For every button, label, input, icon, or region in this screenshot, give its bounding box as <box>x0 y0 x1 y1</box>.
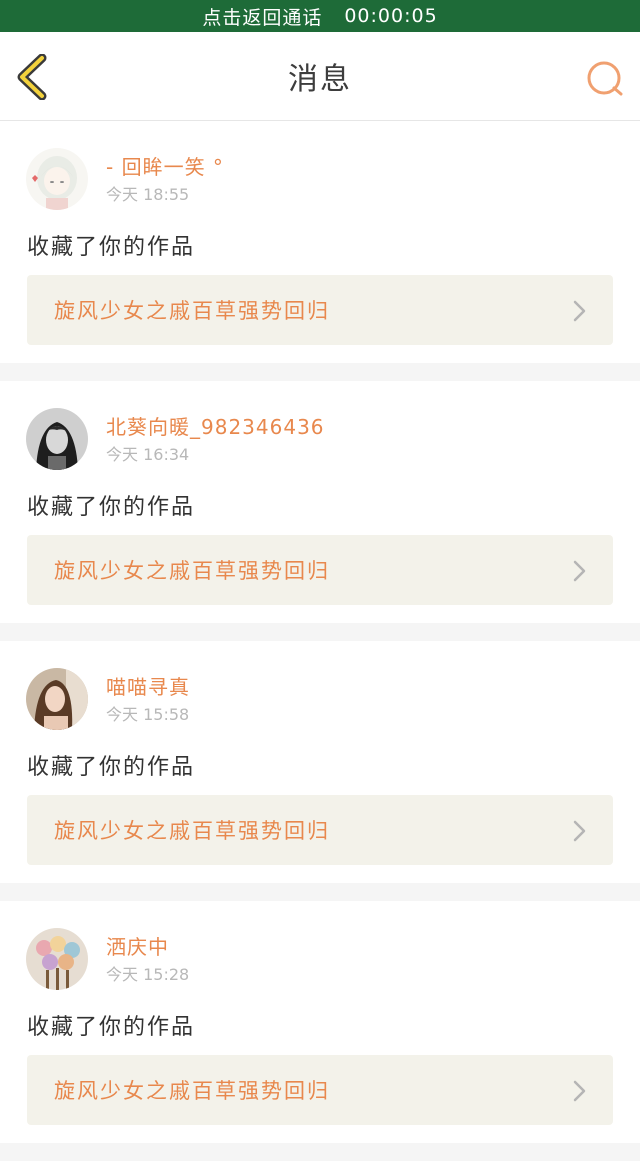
page-title: 消息 <box>288 62 352 97</box>
avatar[interactable] <box>26 668 88 730</box>
message-list: - 回眸一笑 ° 今天 18:55 收藏了你的作品 旋风少女之戚百草强势回归 北… <box>0 121 640 1161</box>
search-icon <box>587 61 623 96</box>
username[interactable]: - 回眸一笑 ° <box>106 151 224 180</box>
timestamp: 今天 15:28 <box>106 965 190 984</box>
timestamp: 今天 18:55 <box>106 185 190 204</box>
return-to-call-label: 点击返回通话 <box>202 6 323 29</box>
bw-girl-avatar-icon <box>26 408 88 470</box>
action-text: 收藏了你的作品 <box>27 495 196 520</box>
avatar[interactable] <box>26 928 88 990</box>
work-link[interactable]: 旋风少女之戚百草强势回归 <box>27 1055 613 1125</box>
nav-bar: 消息 <box>0 32 640 121</box>
work-link[interactable]: 旋风少女之戚百草强势回归 <box>27 275 613 345</box>
work-link[interactable]: 旋风少女之戚百草强势回归 <box>27 795 613 865</box>
chevron-right-icon <box>573 1080 586 1102</box>
girl-photo-avatar-icon <box>26 668 88 730</box>
message-card: - 回眸一笑 ° 今天 18:55 收藏了你的作品 旋风少女之戚百草强势回归 <box>0 121 640 363</box>
flowers-avatar-icon <box>26 928 88 990</box>
username[interactable]: 洒庆中 <box>106 931 169 960</box>
message-card: 喵喵寻真 今天 15:58 收藏了你的作品 旋风少女之戚百草强势回归 <box>0 641 640 883</box>
work-title: 旋风少女之戚百草强势回归 <box>54 819 330 843</box>
message-card: 北葵向暖_982346436 今天 16:34 收藏了你的作品 旋风少女之戚百草… <box>0 381 640 623</box>
anime-girl-avatar-icon <box>26 148 88 210</box>
call-timer: 00:00:05 <box>344 5 438 27</box>
timestamp: 今天 16:34 <box>106 445 190 464</box>
action-text: 收藏了你的作品 <box>27 755 196 780</box>
message-card: 洒庆中 今天 15:28 收藏了你的作品 旋风少女之戚百草强势回归 <box>0 901 640 1143</box>
action-text: 收藏了你的作品 <box>27 1015 196 1040</box>
avatar[interactable] <box>26 148 88 210</box>
chevron-right-icon <box>573 820 586 842</box>
work-title: 旋风少女之戚百草强势回归 <box>54 559 330 583</box>
search-button[interactable] <box>584 60 628 100</box>
work-title: 旋风少女之戚百草强势回归 <box>54 299 330 323</box>
username[interactable]: 北葵向暖_982346436 <box>106 411 325 440</box>
avatar[interactable] <box>26 408 88 470</box>
chevron-right-icon <box>573 300 586 322</box>
work-link[interactable]: 旋风少女之戚百草强势回归 <box>27 535 613 605</box>
username[interactable]: 喵喵寻真 <box>106 671 190 700</box>
work-title: 旋风少女之戚百草强势回归 <box>54 1079 330 1103</box>
return-to-call-bar[interactable]: 点击返回通话 00:00:05 <box>0 0 640 32</box>
action-text: 收藏了你的作品 <box>27 235 196 260</box>
chevron-right-icon <box>573 560 586 582</box>
timestamp: 今天 15:58 <box>106 705 190 724</box>
